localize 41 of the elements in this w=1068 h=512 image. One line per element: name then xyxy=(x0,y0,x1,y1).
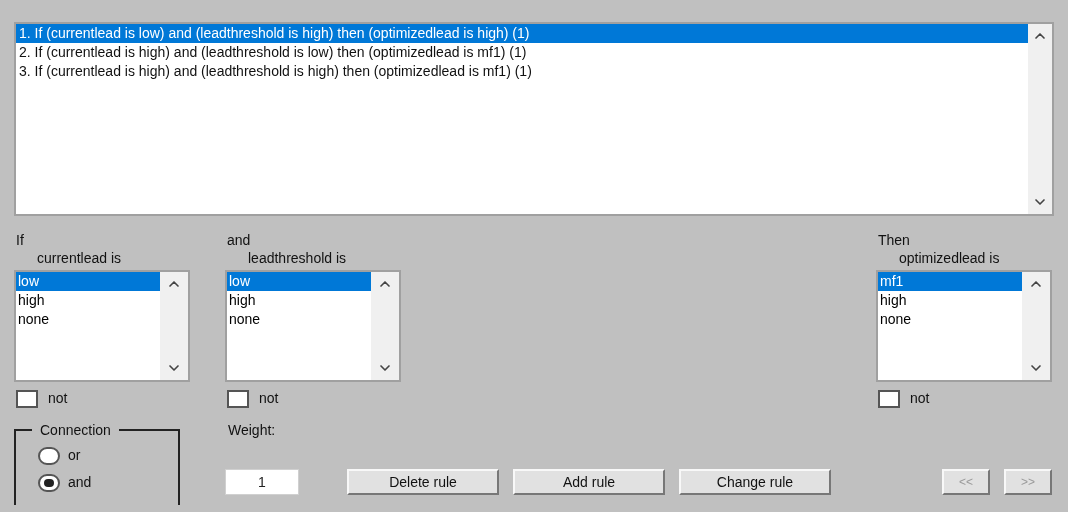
list-item[interactable]: low xyxy=(227,272,371,291)
not-checkbox[interactable] xyxy=(878,389,900,408)
radio-button[interactable] xyxy=(38,473,60,492)
rule-list[interactable] xyxy=(14,22,1054,216)
action-button[interactable]: Delete rule xyxy=(347,469,499,495)
column-heading: and xyxy=(226,231,252,249)
radio-label: or xyxy=(68,446,81,465)
weight-label: Weight: xyxy=(228,421,277,439)
checkbox-label: not xyxy=(910,389,930,408)
radio-label: and xyxy=(68,473,92,492)
option-list[interactable]: low high none xyxy=(14,270,190,382)
rule-item[interactable]: 1. If (currentlead is low) and (leadthreshold is high) then (optimizedlead is high) (1) xyxy=(16,24,1028,43)
list-item[interactable]: none xyxy=(227,310,371,329)
list-item[interactable]: high xyxy=(878,291,1022,310)
list-item[interactable]: high xyxy=(227,291,371,310)
scrollbar[interactable] xyxy=(1028,24,1052,214)
scrollbar[interactable] xyxy=(160,272,188,380)
checkbox-label: not xyxy=(259,389,279,408)
list-item[interactable]: high xyxy=(16,291,160,310)
action-button[interactable]: Add rule xyxy=(513,469,665,495)
checkbox-label: not xyxy=(48,389,68,408)
weight-field[interactable]: 1 xyxy=(225,469,299,495)
option-list[interactable]: low high none xyxy=(225,270,401,382)
variable-label: optimizedlead is xyxy=(898,249,1001,267)
variable-label: leadthreshold is xyxy=(247,249,348,267)
column-heading: Then xyxy=(877,231,911,249)
rule-item[interactable]: 3. If (currentlead is high) and (leadthreshold is high) then (optimizedlead is mf1) (1) xyxy=(16,62,1028,81)
list-item[interactable]: none xyxy=(16,310,160,329)
list-item[interactable]: none xyxy=(878,310,1022,329)
scrollbar[interactable] xyxy=(1022,272,1050,380)
not-checkbox[interactable] xyxy=(16,389,38,408)
option-list[interactable]: mf1 high none xyxy=(876,270,1052,382)
radio-button[interactable] xyxy=(38,446,60,465)
rule-item[interactable]: 2. If (currentlead is high) and (leadthreshold is low) then (optimizedlead is mf1) (1) xyxy=(16,43,1028,62)
variable-label: currentlead is xyxy=(36,249,123,267)
column-heading: If xyxy=(15,231,25,249)
scrollbar[interactable] xyxy=(371,272,399,380)
list-item[interactable]: mf1 xyxy=(878,272,1022,291)
not-checkbox[interactable] xyxy=(227,389,249,408)
action-button[interactable]: Change rule xyxy=(679,469,831,495)
list-item[interactable]: low xyxy=(16,272,160,291)
